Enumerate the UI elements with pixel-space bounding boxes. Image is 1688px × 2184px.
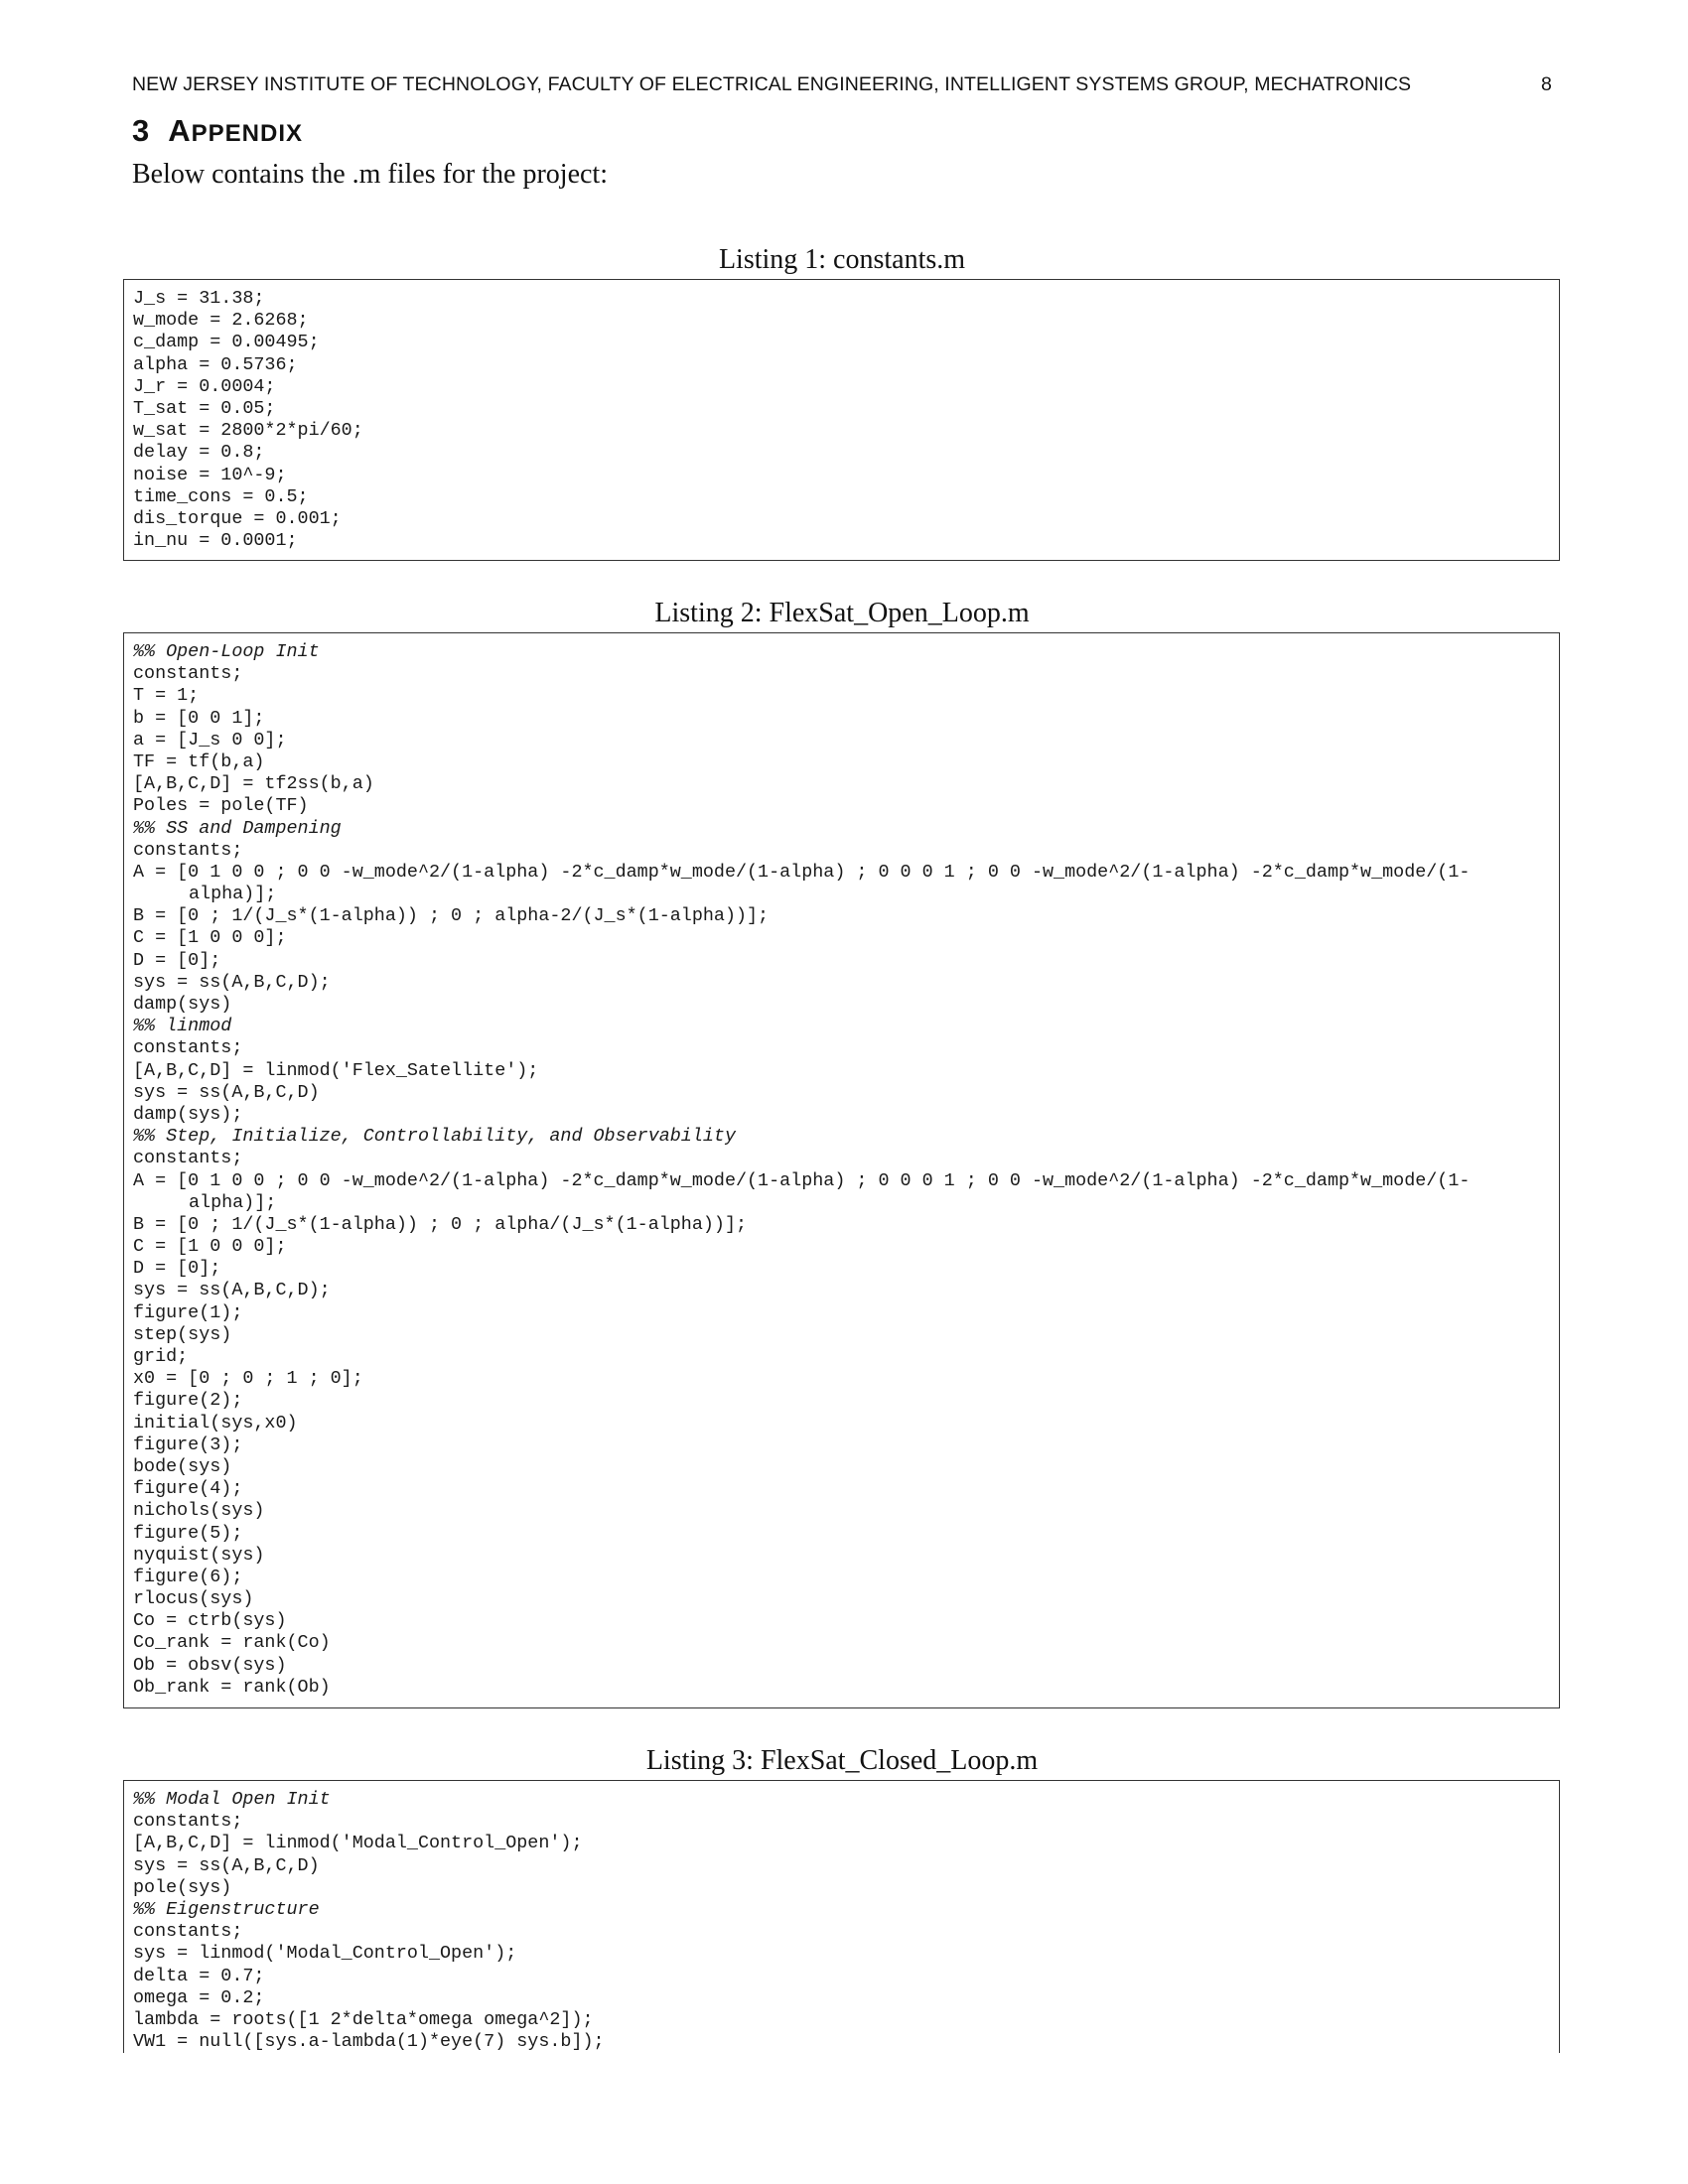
listing-2-code-box: %% Open-Loop Init constants; T = 1; b = [0 …: [123, 632, 1560, 1708]
code-line: dis_torque = 0.001;: [133, 507, 342, 529]
code-line: in_nu = 0.0001;: [133, 530, 298, 552]
page-number: 8: [1541, 73, 1552, 95]
code-line: sys = ss(A,B,C,D): [133, 1854, 320, 1876]
code-line: constants;: [133, 1811, 243, 1833]
code-line: nyquist(sys): [133, 1544, 265, 1566]
code-line: c_damp = 0.00495;: [133, 332, 320, 353]
code-line: lambda = roots([1 2*delta*omega omega^2]…: [133, 2008, 594, 2030]
code-line: omega = 0.2;: [133, 1986, 265, 2008]
code-line: a = [J_s 0 0];: [133, 729, 287, 751]
code-line: B = [0 ; 1/(J_s*(1-alpha)) ; 0 ; alpha/(…: [133, 1213, 748, 1235]
code-line: %% Open-Loop Init: [133, 641, 320, 662]
code-line: alpha)];: [189, 1191, 277, 1213]
code-line: rlocus(sys): [133, 1588, 254, 1610]
intro-paragraph: Below contains the .m files for the proj…: [132, 159, 608, 190]
code-line: constants;: [133, 1921, 243, 1943]
code-line: Poles = pole(TF): [133, 795, 309, 817]
section-title-initial: A: [168, 113, 192, 148]
code-line: %% SS and Dampening: [133, 817, 342, 839]
section-heading: 3 APPENDIX: [132, 113, 303, 149]
code-line: figure(4);: [133, 1478, 243, 1500]
code-line: sys = ss(A,B,C,D): [133, 1081, 320, 1103]
code-line: constants;: [133, 1037, 243, 1059]
code-line: [A,B,C,D] = linmod('Modal_Control_Open')…: [133, 1833, 583, 1854]
code-line: Ob = obsv(sys): [133, 1654, 287, 1676]
code-line: time_cons = 0.5;: [133, 485, 309, 507]
section-title-rest: PPENDIX: [191, 120, 304, 147]
code-line: delay = 0.8;: [133, 442, 265, 464]
section-number: 3: [132, 113, 151, 148]
code-line: %% Modal Open Init: [133, 1789, 331, 1810]
code-line: constants;: [133, 839, 243, 861]
code-line: D = [0];: [133, 949, 221, 971]
code-line: figure(5);: [133, 1522, 243, 1544]
code-line: %% linmod: [133, 1016, 232, 1037]
code-line: figure(2);: [133, 1390, 243, 1412]
code-line: initial(sys,x0): [133, 1412, 298, 1433]
code-line: step(sys): [133, 1323, 232, 1345]
code-line: TF = tf(b,a): [133, 751, 265, 772]
code-line: A = [0 1 0 0 ; 0 0 -w_mode^2/(1-alpha) -…: [133, 861, 1471, 883]
code-line: damp(sys);: [133, 1103, 243, 1125]
code-line: A = [0 1 0 0 ; 0 0 -w_mode^2/(1-alpha) -…: [133, 1169, 1471, 1191]
listing-1-caption: Listing 1: constants.m: [718, 244, 966, 275]
code-line: B = [0 ; 1/(J_s*(1-alpha)) ; 0 ; alpha-2…: [133, 905, 770, 927]
code-line: w_mode = 2.6268;: [133, 310, 309, 332]
code-line: Ob_rank = rank(Ob): [133, 1676, 331, 1698]
code-line: %% Eigenstructure: [133, 1898, 320, 1920]
running-header: NEW JERSEY INSTITUTE OF TECHNOLOGY, FACU…: [132, 73, 1552, 99]
code-line: bode(sys): [133, 1455, 232, 1477]
code-line: Co_rank = rank(Co): [133, 1632, 331, 1654]
code-line: w_sat = 2800*2*pi/60;: [133, 420, 363, 442]
code-line: constants;: [133, 1148, 243, 1169]
code-line: alpha)];: [189, 884, 277, 905]
listing-1-code-box: J_s = 31.38; w_mode = 2.6268; c_damp = 0.0…: [123, 279, 1560, 561]
code-line: pole(sys): [133, 1876, 232, 1898]
code-line: alpha = 0.5736;: [133, 353, 298, 375]
listing-2-caption: Listing 2: FlexSat_Open_Loop.m: [654, 598, 1030, 628]
code-line: sys = ss(A,B,C,D);: [133, 1280, 331, 1301]
code-line: VW1 = null([sys.a-lambda(1)*eye(7) sys.b…: [133, 2031, 605, 2053]
code-line: sys = ss(A,B,C,D);: [133, 971, 331, 993]
code-line: b = [0 0 1];: [133, 707, 265, 729]
code-line: J_r = 0.0004;: [133, 375, 276, 397]
code-line: delta = 0.7;: [133, 1965, 265, 1986]
code-line: [A,B,C,D] = tf2ss(b,a): [133, 773, 374, 795]
code-line: x0 = [0 ; 0 ; 1 ; 0];: [133, 1368, 363, 1390]
code-line: noise = 10^-9;: [133, 464, 287, 485]
code-line: grid;: [133, 1346, 189, 1367]
code-line: C = [1 0 0 0];: [133, 1236, 287, 1258]
code-line: constants;: [133, 663, 243, 685]
code-line: Co = ctrb(sys): [133, 1610, 287, 1632]
code-line: sys = linmod('Modal_Control_Open');: [133, 1943, 517, 1965]
code-line: [A,B,C,D] = linmod('Flex_Satellite');: [133, 1059, 539, 1081]
code-line: damp(sys): [133, 994, 232, 1015]
code-line: T_sat = 0.05;: [133, 397, 276, 419]
code-line: D = [0];: [133, 1258, 221, 1280]
code-line: figure(6);: [133, 1566, 243, 1587]
code-line: figure(1);: [133, 1301, 243, 1323]
code-line: %% Step, Initialize, Controllability, an…: [133, 1126, 736, 1148]
code-line: figure(3);: [133, 1433, 243, 1455]
code-line: J_s = 31.38;: [133, 288, 265, 309]
listing-3-code-box: %% Modal Open Init constants; [A,B,C,D] = …: [123, 1780, 1560, 2053]
code-line: C = [1 0 0 0];: [133, 927, 287, 949]
running-title: NEW JERSEY INSTITUTE OF TECHNOLOGY, FACU…: [132, 73, 1412, 95]
code-line: nichols(sys): [133, 1500, 265, 1522]
listing-3-caption: Listing 3: FlexSat_Closed_Loop.m: [645, 1745, 1039, 1776]
code-line: T = 1;: [133, 685, 200, 707]
